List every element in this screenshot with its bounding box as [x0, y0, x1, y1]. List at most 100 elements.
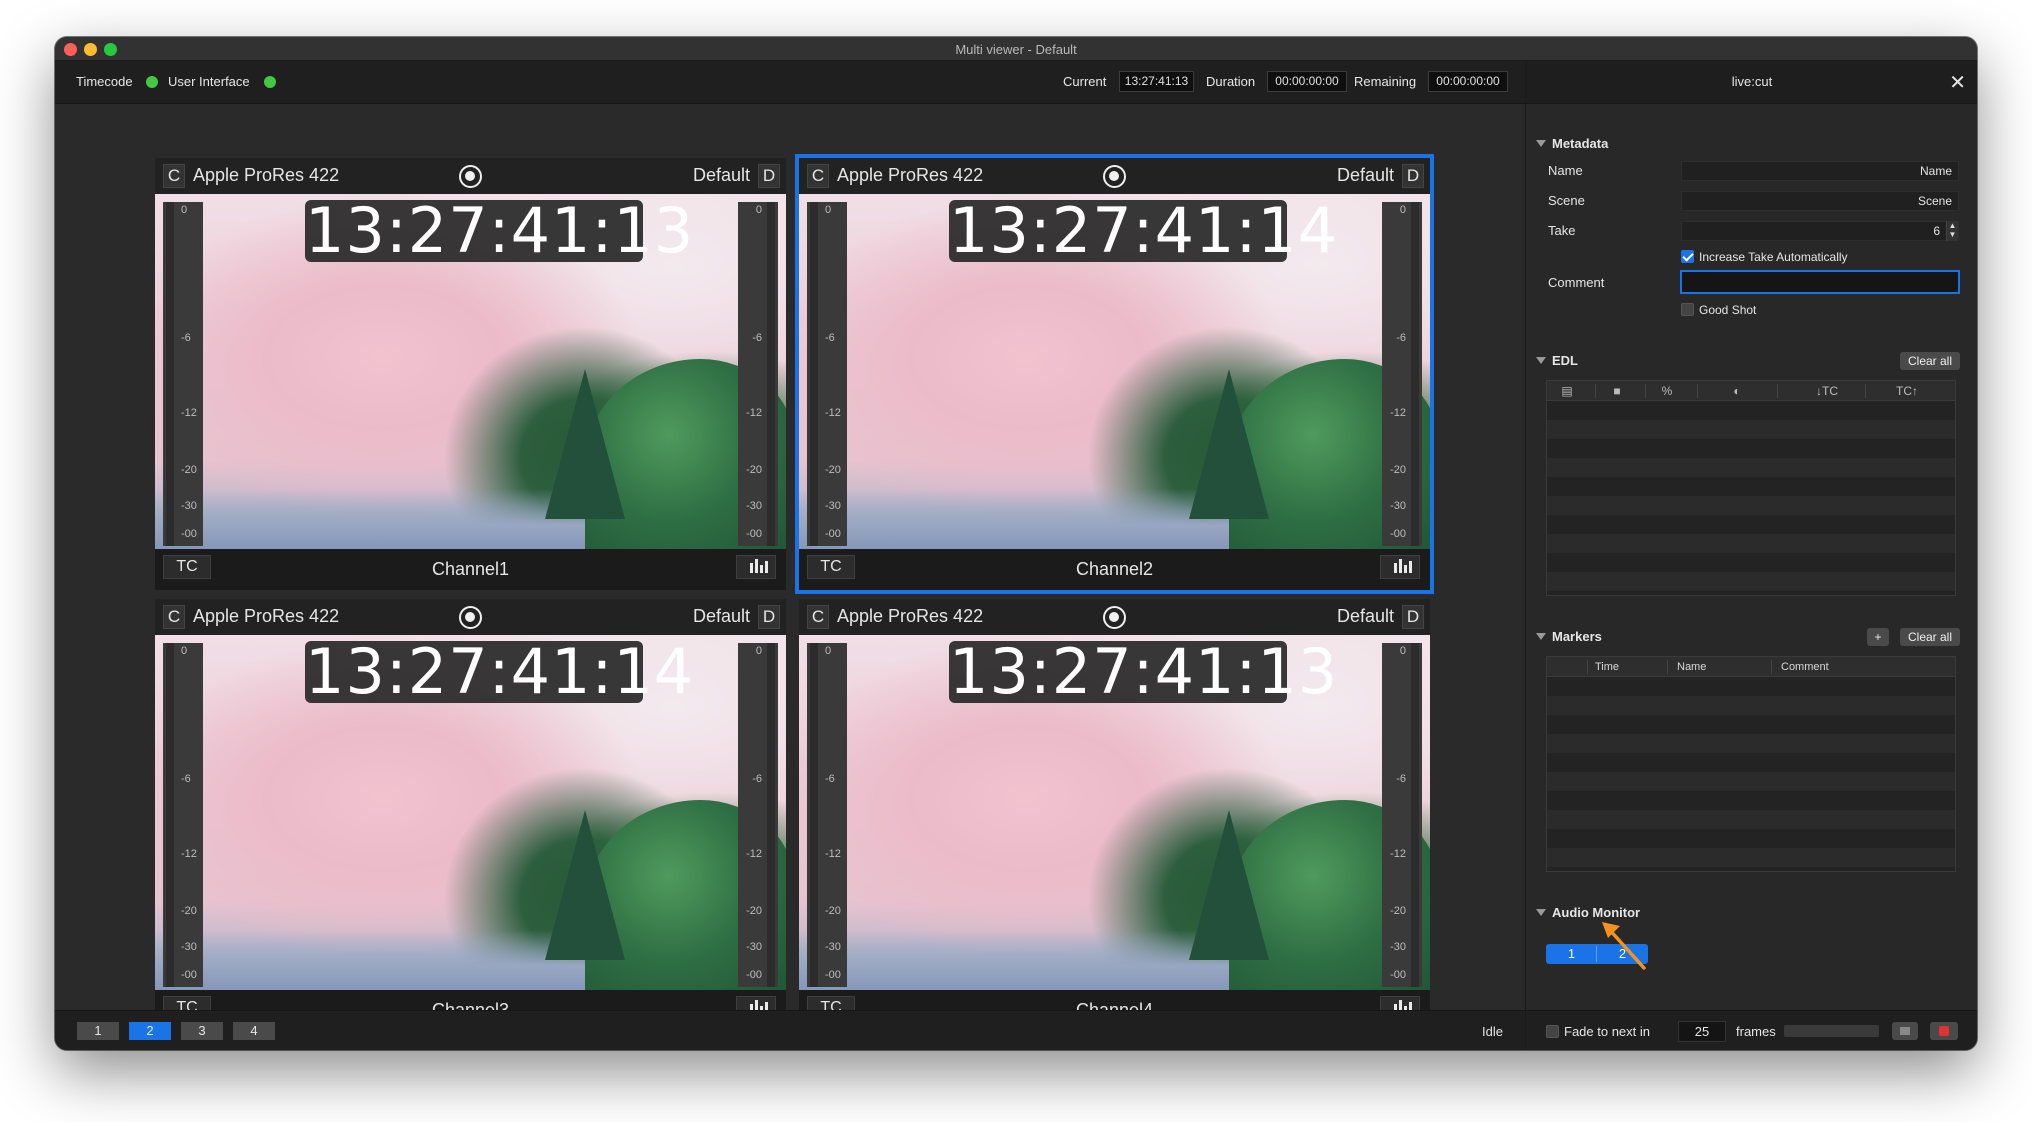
- display-button[interactable]: D: [1402, 164, 1424, 188]
- player-channel4[interactable]: C Apple ProRes 422 Default D 0 -6 -12 -2…: [799, 599, 1430, 1031]
- player-header: C Apple ProRes 422 Default D: [799, 599, 1430, 635]
- frames-label: frames: [1736, 1024, 1776, 1039]
- timecode-status-dot: [146, 76, 158, 88]
- scene-field[interactable]: Scene: [1681, 191, 1959, 211]
- transition-bar: Fade to next in 25 frames: [1526, 1010, 1977, 1050]
- meter-toggle-icon[interactable]: [736, 555, 776, 579]
- duration-timecode: 00:00:00:00: [1267, 71, 1347, 92]
- take-field[interactable]: 6 ▲ ▼: [1681, 221, 1959, 241]
- player-footer: TC Channel1: [155, 549, 786, 590]
- codec-label: Apple ProRes 422: [837, 606, 984, 626]
- edl-section-title[interactable]: EDL: [1536, 353, 1578, 368]
- player-channel3[interactable]: C Apple ProRes 422 Default D 0 -6 -12 -2…: [155, 599, 786, 1031]
- remaining-timecode: 00:00:00:00: [1428, 71, 1508, 92]
- markers-table: Time Name Comment: [1546, 656, 1956, 872]
- multi-viewer-window: Multi viewer - Default Timecode User Int…: [55, 37, 1977, 1050]
- preset-label: Default: [692, 606, 750, 626]
- player-channel2[interactable]: C Apple ProRes 422 Default D 0 -6 -12 -2…: [795, 154, 1434, 594]
- video-preview: 0 -6 -12 -20 -30 -00 0 -6 -12 -20 -30 -0…: [155, 635, 786, 990]
- video-preview: 0 -6 -12 -20 -30 -00 0 -6 -12 -20 -30 -0…: [155, 194, 786, 549]
- scene-label: Scene: [1548, 193, 1585, 208]
- increase-take-checkbox[interactable]: Increase Take Automatically: [1681, 250, 1848, 264]
- checkbox-checked-icon: [1681, 250, 1694, 263]
- audio-channel-1-button[interactable]: 1: [1546, 944, 1597, 964]
- timecode-overlay: 13:27:41:13: [305, 194, 695, 267]
- fade-checkbox[interactable]: Fade to next in: [1546, 1024, 1650, 1039]
- video-preview: 0 -6 -12 -20 -30 -00 0 -6 -12 -20 -30 -0…: [799, 635, 1430, 990]
- record-icon[interactable]: [1930, 1022, 1958, 1040]
- take-stepper[interactable]: ▲ ▼: [1946, 221, 1958, 241]
- calendar-icon[interactable]: ▤: [1557, 384, 1577, 398]
- title-bar: Multi viewer - Default: [55, 37, 1977, 61]
- markers-table-header: Time Name Comment: [1547, 657, 1955, 677]
- speed-icon[interactable]: ◐: [1727, 384, 1747, 398]
- audio-meter-left: 0 -6 -12 -20 -30 -00: [807, 202, 847, 546]
- name-label: Name: [1548, 163, 1583, 178]
- out-tc-column-header[interactable]: TC↑: [1887, 384, 1927, 398]
- name-field[interactable]: Name: [1681, 161, 1959, 181]
- stop-icon[interactable]: [1892, 1022, 1918, 1040]
- camera-icon[interactable]: ■: [1607, 384, 1627, 398]
- record-toggle-icon[interactable]: [1103, 165, 1126, 188]
- player-header: C Apple ProRes 422 Default D: [799, 158, 1430, 194]
- channel-name: Channel2: [1075, 559, 1154, 579]
- display-button[interactable]: D: [1402, 605, 1424, 629]
- display-button[interactable]: D: [758, 164, 780, 188]
- display-button[interactable]: D: [758, 605, 780, 629]
- disclosure-triangle-icon: [1536, 633, 1546, 640]
- fade-slider[interactable]: [1784, 1025, 1879, 1037]
- preset-label: Default: [692, 165, 750, 185]
- comment-label: Comment: [1548, 275, 1605, 290]
- preset-label: Default: [1336, 606, 1394, 626]
- disclosure-triangle-icon: [1536, 357, 1546, 364]
- annotation-arrow-icon: [1602, 922, 1646, 970]
- window-title: Multi viewer - Default: [955, 42, 1077, 57]
- clip-button[interactable]: C: [163, 605, 185, 629]
- take-label: Take: [1548, 223, 1576, 238]
- meter-toggle-icon[interactable]: [1380, 555, 1420, 579]
- edl-table: ▤ ■ % ◐ ↓TC TC↑: [1546, 380, 1956, 596]
- clip-button[interactable]: C: [163, 164, 185, 188]
- audio-meter-left: 0 -6 -12 -20 -30 -00: [163, 643, 203, 987]
- percent-column-header[interactable]: %: [1657, 384, 1677, 398]
- current-label: Current: [1063, 74, 1107, 89]
- duration-label: Duration: [1206, 74, 1256, 89]
- ui-status-dot: [264, 76, 276, 88]
- time-column-header[interactable]: Time: [1595, 661, 1619, 673]
- markers-section-title[interactable]: Markers: [1536, 629, 1602, 644]
- close-icon[interactable]: ✕: [1949, 70, 1966, 95]
- player-footer: TC Channel2: [799, 549, 1430, 590]
- page-button-3[interactable]: 3: [181, 1022, 223, 1040]
- comment-column-header[interactable]: Comment: [1781, 661, 1829, 673]
- timecode-overlay: 13:27:41:14: [305, 635, 695, 708]
- codec-label: Apple ProRes 422: [837, 165, 984, 185]
- edl-clear-all-button[interactable]: Clear all: [1900, 352, 1960, 370]
- timecode-overlay: 13:27:41:14: [949, 194, 1339, 267]
- page-button-4[interactable]: 4: [233, 1022, 275, 1040]
- in-tc-column-header[interactable]: ↓TC: [1807, 384, 1847, 398]
- record-toggle-icon[interactable]: [459, 165, 482, 188]
- record-toggle-icon[interactable]: [459, 606, 482, 629]
- clip-button[interactable]: C: [807, 164, 829, 188]
- channel-name: Channel1: [431, 559, 510, 579]
- audio-monitor-section-title[interactable]: Audio Monitor: [1536, 905, 1640, 920]
- ui-status-label: User Interface: [168, 74, 250, 89]
- page-bar: 1 2 3 4 Idle: [55, 1010, 1525, 1050]
- clip-button[interactable]: C: [807, 605, 829, 629]
- player-channel1[interactable]: C Apple ProRes 422 Default D 0 -6 -12 -2…: [155, 158, 786, 590]
- name-column-header[interactable]: Name: [1677, 661, 1706, 673]
- preset-label: Default: [1336, 165, 1394, 185]
- panel-header: live:cut ✕: [1526, 61, 1977, 104]
- good-shot-checkbox[interactable]: Good Shot: [1681, 303, 1756, 317]
- codec-label: Apple ProRes 422: [193, 606, 340, 626]
- page-button-1[interactable]: 1: [77, 1022, 119, 1040]
- audio-meter-left: 0 -6 -12 -20 -30 -00: [807, 643, 847, 987]
- add-marker-button[interactable]: +: [1867, 628, 1889, 646]
- frames-input[interactable]: 25: [1678, 1021, 1726, 1042]
- markers-clear-all-button[interactable]: Clear all: [1900, 628, 1960, 646]
- comment-field[interactable]: [1680, 270, 1960, 294]
- record-toggle-icon[interactable]: [1103, 606, 1126, 629]
- timecode-status-label: Timecode: [76, 74, 133, 89]
- metadata-section-title[interactable]: Metadata: [1536, 136, 1608, 151]
- page-button-2[interactable]: 2: [129, 1022, 171, 1040]
